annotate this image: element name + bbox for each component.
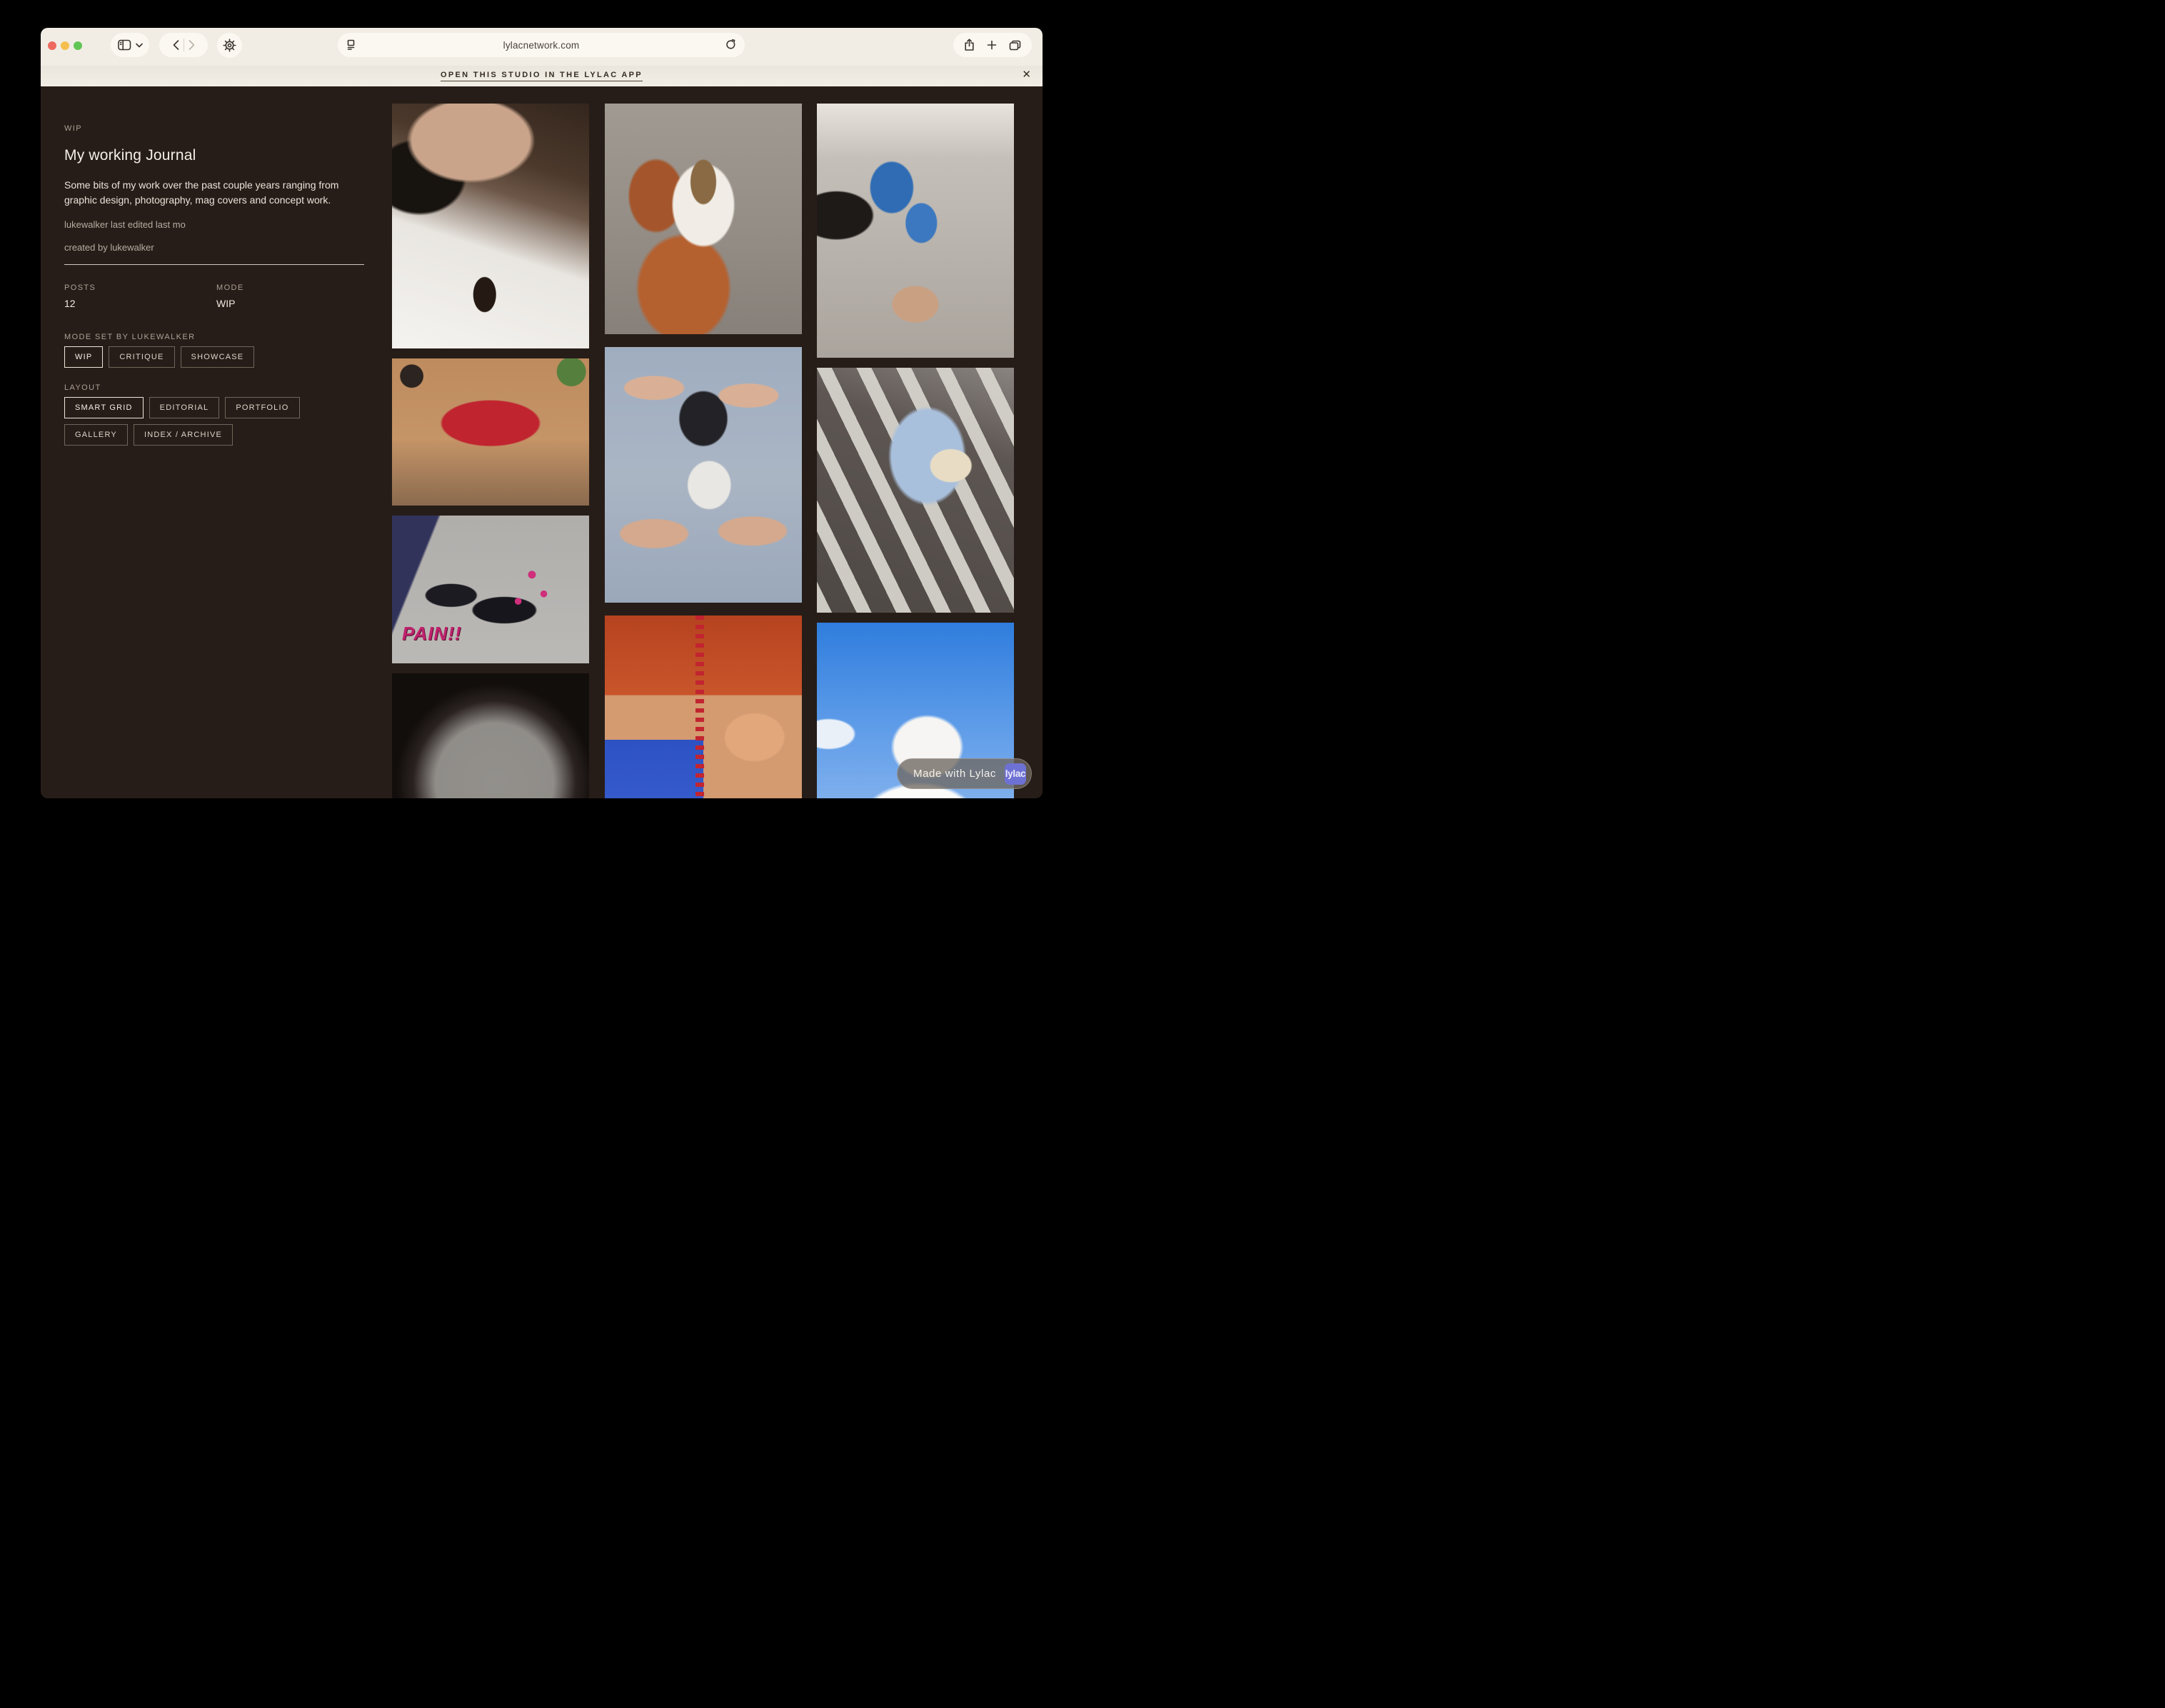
posts-stat: POSTS 12	[64, 283, 216, 309]
reload-icon[interactable]	[725, 39, 736, 50]
address-bar[interactable]: lylacnetwork.com	[338, 33, 745, 57]
studio-sidebar: WIP My working Journal Some bits of my w…	[64, 86, 364, 446]
gear-icon	[223, 39, 236, 52]
new-tab-button[interactable]	[987, 40, 997, 50]
history-nav-group	[159, 33, 208, 57]
banner-close-icon[interactable]: ✕	[1022, 68, 1031, 81]
studio-stats: POSTS 12 MODE WIP	[64, 283, 364, 309]
badge-text: Made with Lylac	[913, 768, 996, 780]
layout-label: LAYOUT	[64, 383, 364, 392]
grid-column-2	[605, 104, 802, 798]
browser-toolbar: lylacnetwork.com	[41, 28, 1043, 66]
posts-value: 12	[64, 298, 216, 309]
mode-button-showcase[interactable]: SHOWCASE	[181, 346, 255, 368]
post-photo[interactable]	[392, 673, 589, 798]
last-edited-line: lukewalker last edited last mo	[64, 219, 364, 230]
post-photo[interactable]	[392, 104, 589, 348]
close-window-button[interactable]	[48, 41, 56, 50]
open-in-app-link[interactable]: OPEN THIS STUDIO IN THE LYLAC APP	[441, 71, 643, 81]
sidebar-toggle-button[interactable]	[111, 33, 149, 57]
open-in-app-banner: OPEN THIS STUDIO IN THE LYLAC APP ✕	[41, 66, 1043, 86]
post-photo[interactable]	[817, 104, 1014, 358]
layout-button-portfolio[interactable]: PORTFOLIO	[225, 397, 299, 418]
page-title: My working Journal	[64, 147, 364, 164]
mode-stat: MODE WIP	[216, 283, 364, 309]
sidebar-icon	[118, 39, 131, 51]
mode-value: WIP	[216, 298, 364, 309]
pain-caption: PAIN!!	[402, 623, 462, 645]
mode-set-by-label: MODE SET BY LUKEWALKER	[64, 333, 364, 341]
url-text: lylacnetwork.com	[503, 40, 580, 51]
share-icon[interactable]	[964, 39, 975, 51]
tab-overview-icon[interactable]	[1009, 40, 1021, 51]
safari-window: lylacnetwork.com	[41, 28, 1043, 798]
reader-view-icon[interactable]	[346, 39, 356, 51]
mode-label: MODE	[216, 283, 364, 292]
studio-description: Some bits of my work over the past coupl…	[64, 178, 364, 208]
toolbar-right-group	[953, 33, 1032, 57]
forward-button[interactable]	[189, 40, 195, 50]
grid-column-3	[817, 104, 1014, 798]
layout-button-index-archive[interactable]: INDEX / ARCHIVE	[134, 424, 233, 446]
studio-page: WIP My working Journal Some bits of my w…	[41, 86, 1043, 798]
mode-tag: WIP	[64, 124, 364, 133]
mode-button-row: WIP CRITIQUE SHOWCASE	[64, 346, 364, 368]
post-photo[interactable]	[605, 616, 802, 798]
grid-column-1: PAIN!!	[392, 104, 589, 798]
made-with-lylac-badge[interactable]: Made with Lylac lylac	[897, 758, 1032, 789]
post-photo[interactable]	[605, 104, 802, 334]
layout-button-gallery[interactable]: GALLERY	[64, 424, 128, 446]
post-photo[interactable]	[605, 347, 802, 603]
chevron-down-icon	[136, 43, 143, 48]
back-button[interactable]	[173, 40, 179, 50]
zoom-window-button[interactable]	[74, 41, 82, 50]
posts-label: POSTS	[64, 283, 216, 292]
created-by-line: created by lukewalker	[64, 242, 364, 253]
mode-button-critique[interactable]: CRITIQUE	[109, 346, 174, 368]
post-photo[interactable]: PAIN!!	[392, 516, 589, 663]
mode-button-wip[interactable]: WIP	[64, 346, 103, 368]
post-photo[interactable]	[392, 358, 589, 506]
post-photo[interactable]	[817, 368, 1014, 613]
layout-button-editorial[interactable]: EDITORIAL	[149, 397, 220, 418]
settings-button[interactable]	[217, 33, 242, 58]
layout-button-row: SMART GRID EDITORIAL PORTFOLIO GALLERY I…	[64, 397, 364, 446]
sidebar-divider	[64, 264, 364, 265]
lylac-logo: lylac	[1005, 763, 1026, 785]
layout-button-smart-grid[interactable]: SMART GRID	[64, 397, 144, 418]
minimize-window-button[interactable]	[61, 41, 69, 50]
window-controls	[48, 41, 82, 50]
